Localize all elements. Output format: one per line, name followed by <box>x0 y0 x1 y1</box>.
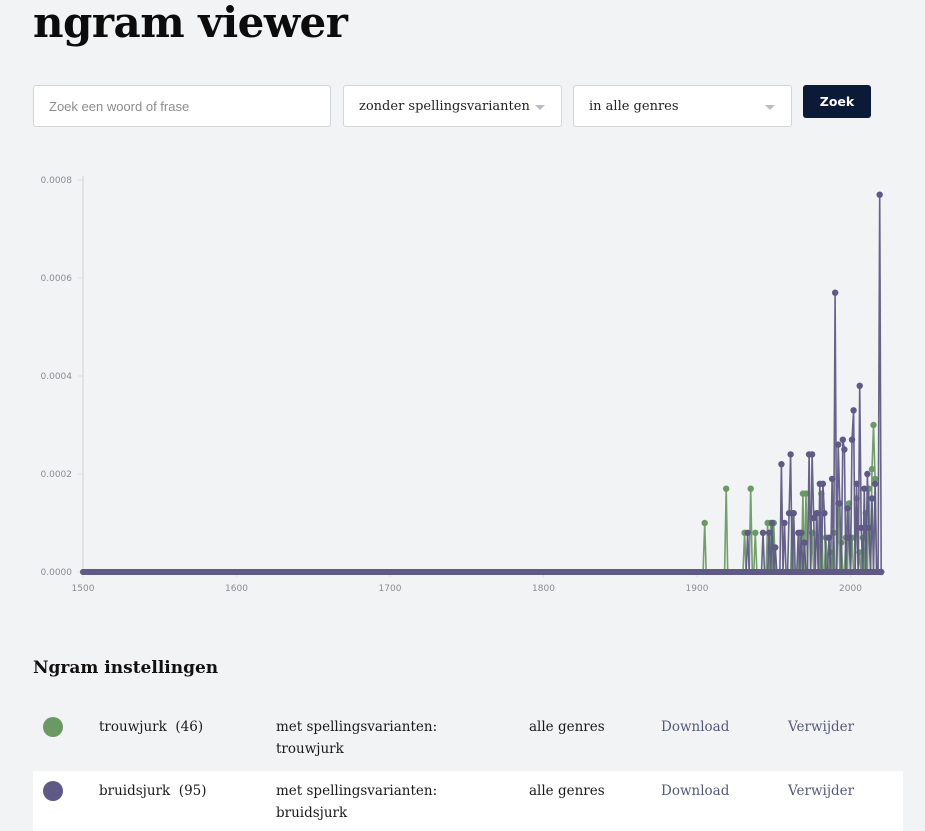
data-point <box>821 510 828 517</box>
data-point <box>825 534 833 541</box>
data-point <box>856 382 863 389</box>
search-input[interactable] <box>33 85 331 127</box>
data-point <box>722 485 730 492</box>
y-tick-label: 0.0006 <box>41 274 73 284</box>
data-point <box>868 465 876 473</box>
remove-link[interactable]: Verwijder <box>788 783 854 799</box>
data-point <box>772 544 779 551</box>
y-tick-label: 0.0008 <box>41 176 73 186</box>
download-link[interactable]: Download <box>661 719 729 735</box>
data-point <box>848 436 856 443</box>
data-point <box>870 421 877 429</box>
y-tick-label: 0.0004 <box>41 372 73 382</box>
data-point <box>747 485 754 492</box>
x-tick-label: 1900 <box>686 584 709 594</box>
data-point <box>841 446 848 453</box>
x-tick-label: 1800 <box>532 584 555 594</box>
data-point <box>835 441 842 448</box>
data-point <box>836 500 843 507</box>
spelling-variants-select[interactable]: zonder spellingsvarianten <box>343 85 562 127</box>
data-point <box>787 451 794 458</box>
y-axis: 0.0000 0.0002 0.0004 0.0006 0.0008 <box>41 176 84 578</box>
ngram-row-bruidsjurk: bruidsjurk (95) met spellingsvarianten: … <box>33 771 903 831</box>
x-axis: 1500 1600 1700 1800 1900 2000 <box>72 572 862 594</box>
data-point <box>798 529 805 536</box>
data-point <box>850 407 857 414</box>
data-point <box>801 539 808 546</box>
x-tick-label: 1700 <box>379 584 402 594</box>
x-tick-label: 1500 <box>72 584 95 594</box>
data-point <box>828 475 836 483</box>
data-point <box>844 505 851 512</box>
data-point <box>744 529 751 536</box>
series-color-dot <box>43 781 63 801</box>
data-point <box>839 436 847 443</box>
series-bruidsjurk <box>80 191 885 576</box>
data-point <box>790 510 797 517</box>
chevron-down-icon <box>535 105 545 110</box>
data-point <box>865 524 873 532</box>
ngram-term: trouwjurk (46) <box>99 719 204 735</box>
chevron-down-icon <box>765 105 775 110</box>
series-line-bruidsjurk <box>83 193 882 573</box>
series-layer <box>80 191 885 576</box>
data-point <box>781 519 788 527</box>
data-point <box>765 529 773 536</box>
data-point <box>878 568 885 576</box>
series-color-dot <box>43 717 63 737</box>
data-point <box>778 461 785 468</box>
spelling-variants: met spellingsvarianten: bruidsjurk <box>276 783 438 821</box>
data-point <box>845 534 853 541</box>
data-point <box>813 510 820 517</box>
settings-title: Ngram instellingen <box>33 658 219 678</box>
ngram-term: bruidsjurk (95) <box>99 783 207 799</box>
data-point <box>831 289 839 296</box>
genre-select[interactable]: in alle genres <box>573 85 792 127</box>
y-tick-label: 0.0002 <box>41 470 73 480</box>
y-tick-label: 0.0000 <box>41 568 73 578</box>
spelling-variants: met spellingsvarianten: trouwjurk <box>276 719 438 757</box>
ngram-chart: 0.00000.00020.00040.00060.0008 1500 1600 1… <box>41 176 885 594</box>
series-line-trouwjurk <box>83 424 882 573</box>
ngram-row-trouwjurk: trouwjurk (46) met spellingsvarianten: t… <box>33 708 903 768</box>
page-title: ngram viewer <box>33 0 348 47</box>
data-point <box>861 485 868 492</box>
data-point <box>868 495 876 502</box>
genres: alle genres <box>529 719 605 735</box>
data-point <box>876 191 883 198</box>
genres: alle genres <box>529 783 605 799</box>
data-point <box>759 529 767 536</box>
remove-link[interactable]: Verwijder <box>788 719 854 735</box>
download-link[interactable]: Download <box>661 783 729 799</box>
data-point <box>858 524 865 532</box>
series-trouwjurk <box>80 421 885 575</box>
data-point <box>808 451 816 458</box>
data-point <box>853 480 860 487</box>
x-tick-label: 2000 <box>839 584 862 594</box>
x-tick-label: 1600 <box>225 584 248 594</box>
data-point <box>864 470 871 478</box>
search-button[interactable]: Zoek <box>803 85 871 118</box>
data-point <box>819 480 827 487</box>
data-point <box>769 519 776 527</box>
data-point <box>701 519 708 527</box>
genre-value: in alle genres <box>589 98 679 114</box>
data-point <box>752 529 759 536</box>
data-point <box>871 480 879 487</box>
spelling-variants-value: zonder spellingsvarianten <box>359 98 530 114</box>
